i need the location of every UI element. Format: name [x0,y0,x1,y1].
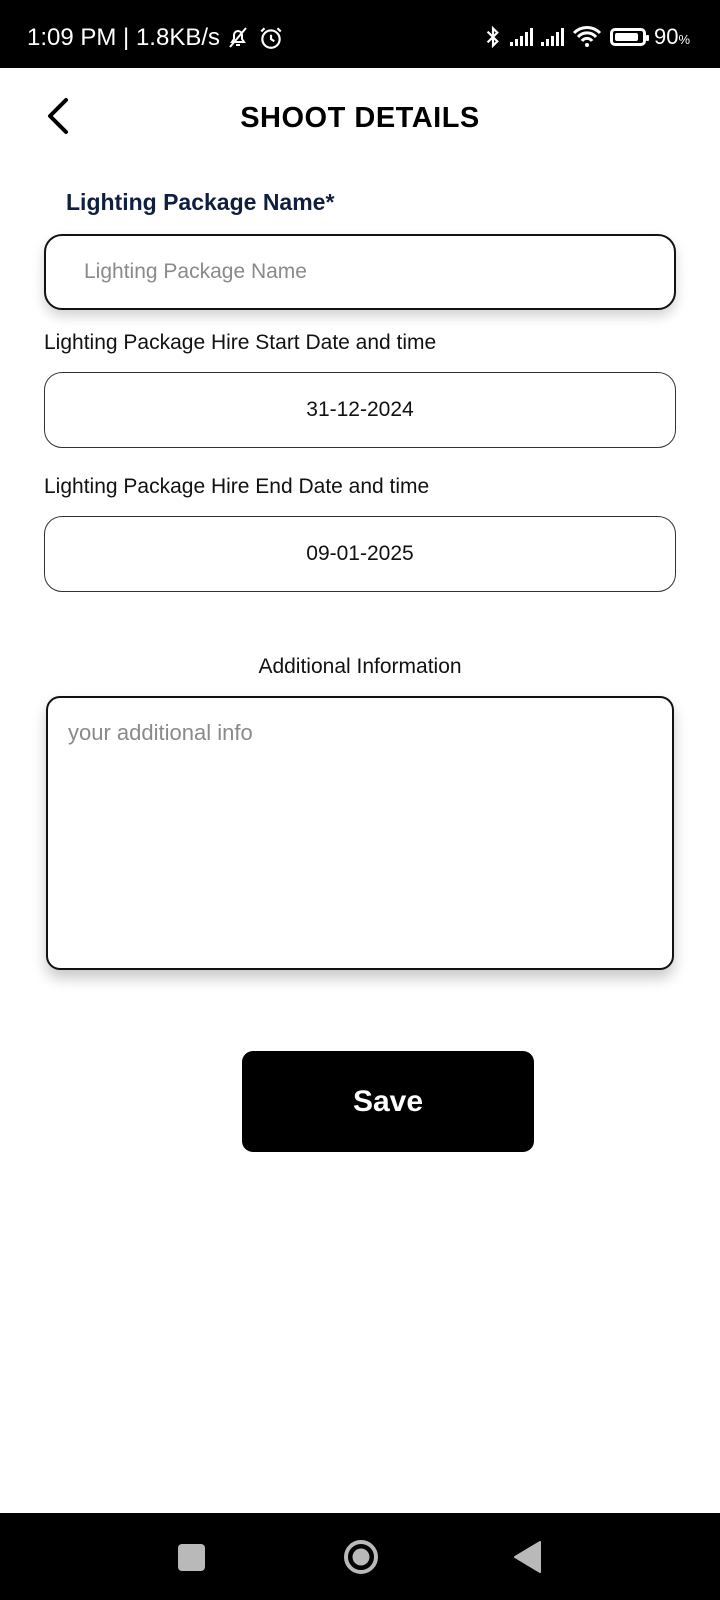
alarm-icon [260,27,282,49]
status-time-speed: 1:09 PM | 1.8KB/s [27,24,220,51]
status-bar: 1:09 PM | 1.8KB/s 90% [0,0,720,68]
start-date-field[interactable]: 31-12-2024 [44,372,676,448]
nav-bar [0,1513,720,1600]
additional-info-label: Additional Information [258,655,462,678]
end-date-label: Lighting Package Hire End Date and time [44,475,430,498]
package-name-label: Lighting Package Name* [66,189,335,215]
additional-info-input[interactable] [48,698,672,968]
signal-icon [540,28,564,46]
start-date-value: 31-12-2024 [306,398,414,421]
additional-info-field [46,696,674,970]
bluetooth-icon [486,25,499,49]
wifi-icon [572,26,602,47]
home-icon[interactable] [343,1539,379,1575]
status-left: 1:09 PM | 1.8KB/s [27,24,284,52]
package-name-input[interactable] [46,236,674,308]
status-right: 90% [484,24,690,50]
battery-percent: 90% [653,24,690,49]
package-name-field [44,234,676,310]
bell-off-icon [229,27,247,48]
end-date-field[interactable]: 09-01-2025 [44,516,676,592]
signal-icon [509,28,533,46]
back-icon[interactable] [512,1539,542,1575]
header: SHOOT DETAILS [0,68,720,172]
start-date-label: Lighting Package Hire Start Date and tim… [44,331,437,354]
save-button[interactable]: Save [242,1051,534,1152]
page-title: SHOOT DETAILS [240,102,480,134]
recents-icon[interactable] [178,1544,205,1571]
battery-icon [609,28,649,46]
end-date-value: 09-01-2025 [306,542,414,565]
